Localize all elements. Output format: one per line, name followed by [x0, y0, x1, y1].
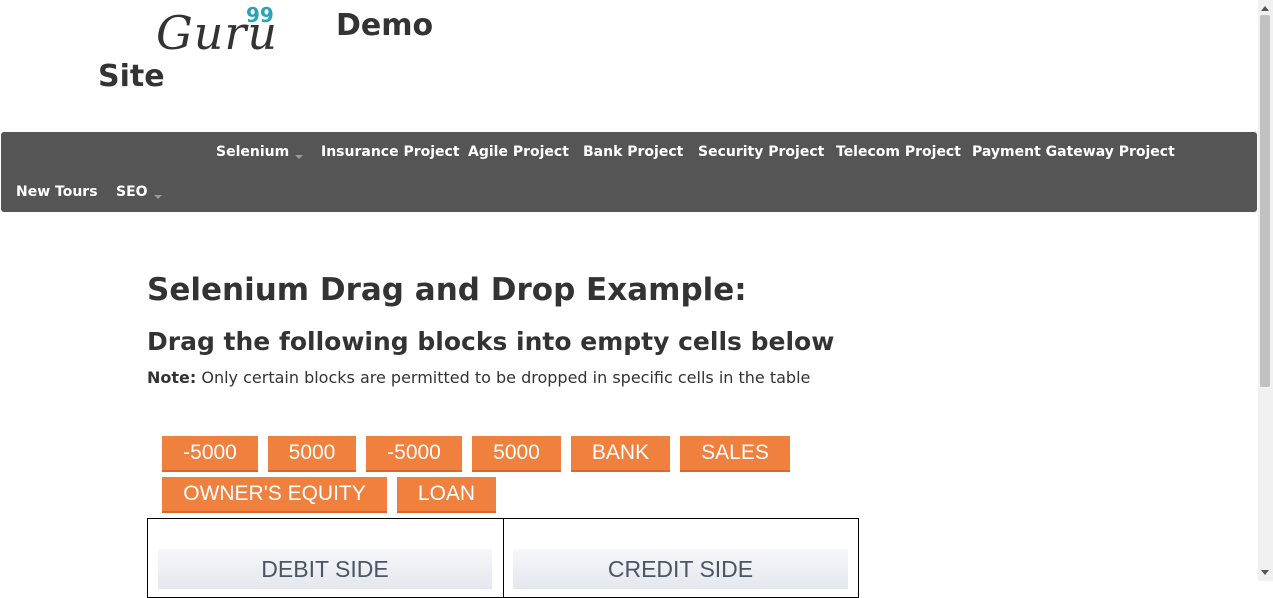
nav-item-label: Selenium: [216, 144, 290, 160]
note-label: Note:: [147, 368, 197, 387]
nav-item-payment-gateway-project[interactable]: Payment Gateway Project: [972, 144, 1175, 160]
debit-side-heading: DEBIT SIDE: [158, 549, 492, 589]
nav-item-insurance-project[interactable]: Insurance Project: [321, 144, 460, 160]
drag-block-owners-equity[interactable]: OWNER'S EQUITY: [162, 477, 387, 513]
nav-item-seo[interactable]: SEO: [116, 184, 162, 200]
credit-side-heading: CREDIT SIDE: [513, 549, 848, 589]
vertical-scrollbar[interactable]: [1258, 0, 1273, 581]
nav-item-bank-project[interactable]: Bank Project: [583, 144, 683, 160]
nav-item-agile-project[interactable]: Agile Project: [468, 144, 569, 160]
nav-item-security-project[interactable]: Security Project: [698, 144, 824, 160]
nav-item-telecom-project[interactable]: Telecom Project: [836, 144, 961, 160]
drag-block-amount[interactable]: 5000: [472, 436, 561, 472]
table-divider: [503, 519, 504, 597]
nav-item-new-tours[interactable]: New Tours: [16, 184, 98, 200]
chevron-down-icon: [295, 155, 304, 159]
instruction-note: Note: Only certain blocks are permitted …: [147, 368, 810, 387]
drag-block-sales[interactable]: SALES: [680, 436, 790, 472]
nav-item-selenium[interactable]: Selenium: [216, 144, 304, 160]
scroll-down-arrow-icon[interactable]: [1261, 570, 1269, 575]
page-subtitle: Drag the following blocks into empty cel…: [147, 327, 835, 356]
main-navbar: Selenium Insurance Project Agile Project…: [1, 132, 1257, 212]
logo-demo-text: Demo: [336, 8, 434, 43]
scrollbar-thumb[interactable]: [1260, 15, 1270, 387]
drag-block-bank[interactable]: BANK: [571, 436, 670, 472]
note-text: Only certain blocks are permitted to be …: [196, 368, 811, 387]
drop-table: DEBIT SIDE CREDIT SIDE: [147, 518, 859, 598]
drag-block-amount[interactable]: -5000: [366, 436, 462, 472]
drag-block-amount[interactable]: -5000: [162, 436, 258, 472]
site-logo[interactable]: Guru 99 Demo Site: [98, 0, 518, 110]
logo-superscript: 99: [246, 3, 274, 27]
page-title: Selenium Drag and Drop Example:: [147, 272, 747, 308]
scroll-up-arrow-icon[interactable]: [1261, 6, 1269, 11]
chevron-down-icon: [153, 195, 162, 199]
drag-block-loan[interactable]: LOAN: [397, 477, 496, 513]
nav-item-label: SEO: [116, 184, 148, 200]
drag-block-amount[interactable]: 5000: [268, 436, 356, 472]
logo-site-text: Site: [98, 59, 165, 94]
